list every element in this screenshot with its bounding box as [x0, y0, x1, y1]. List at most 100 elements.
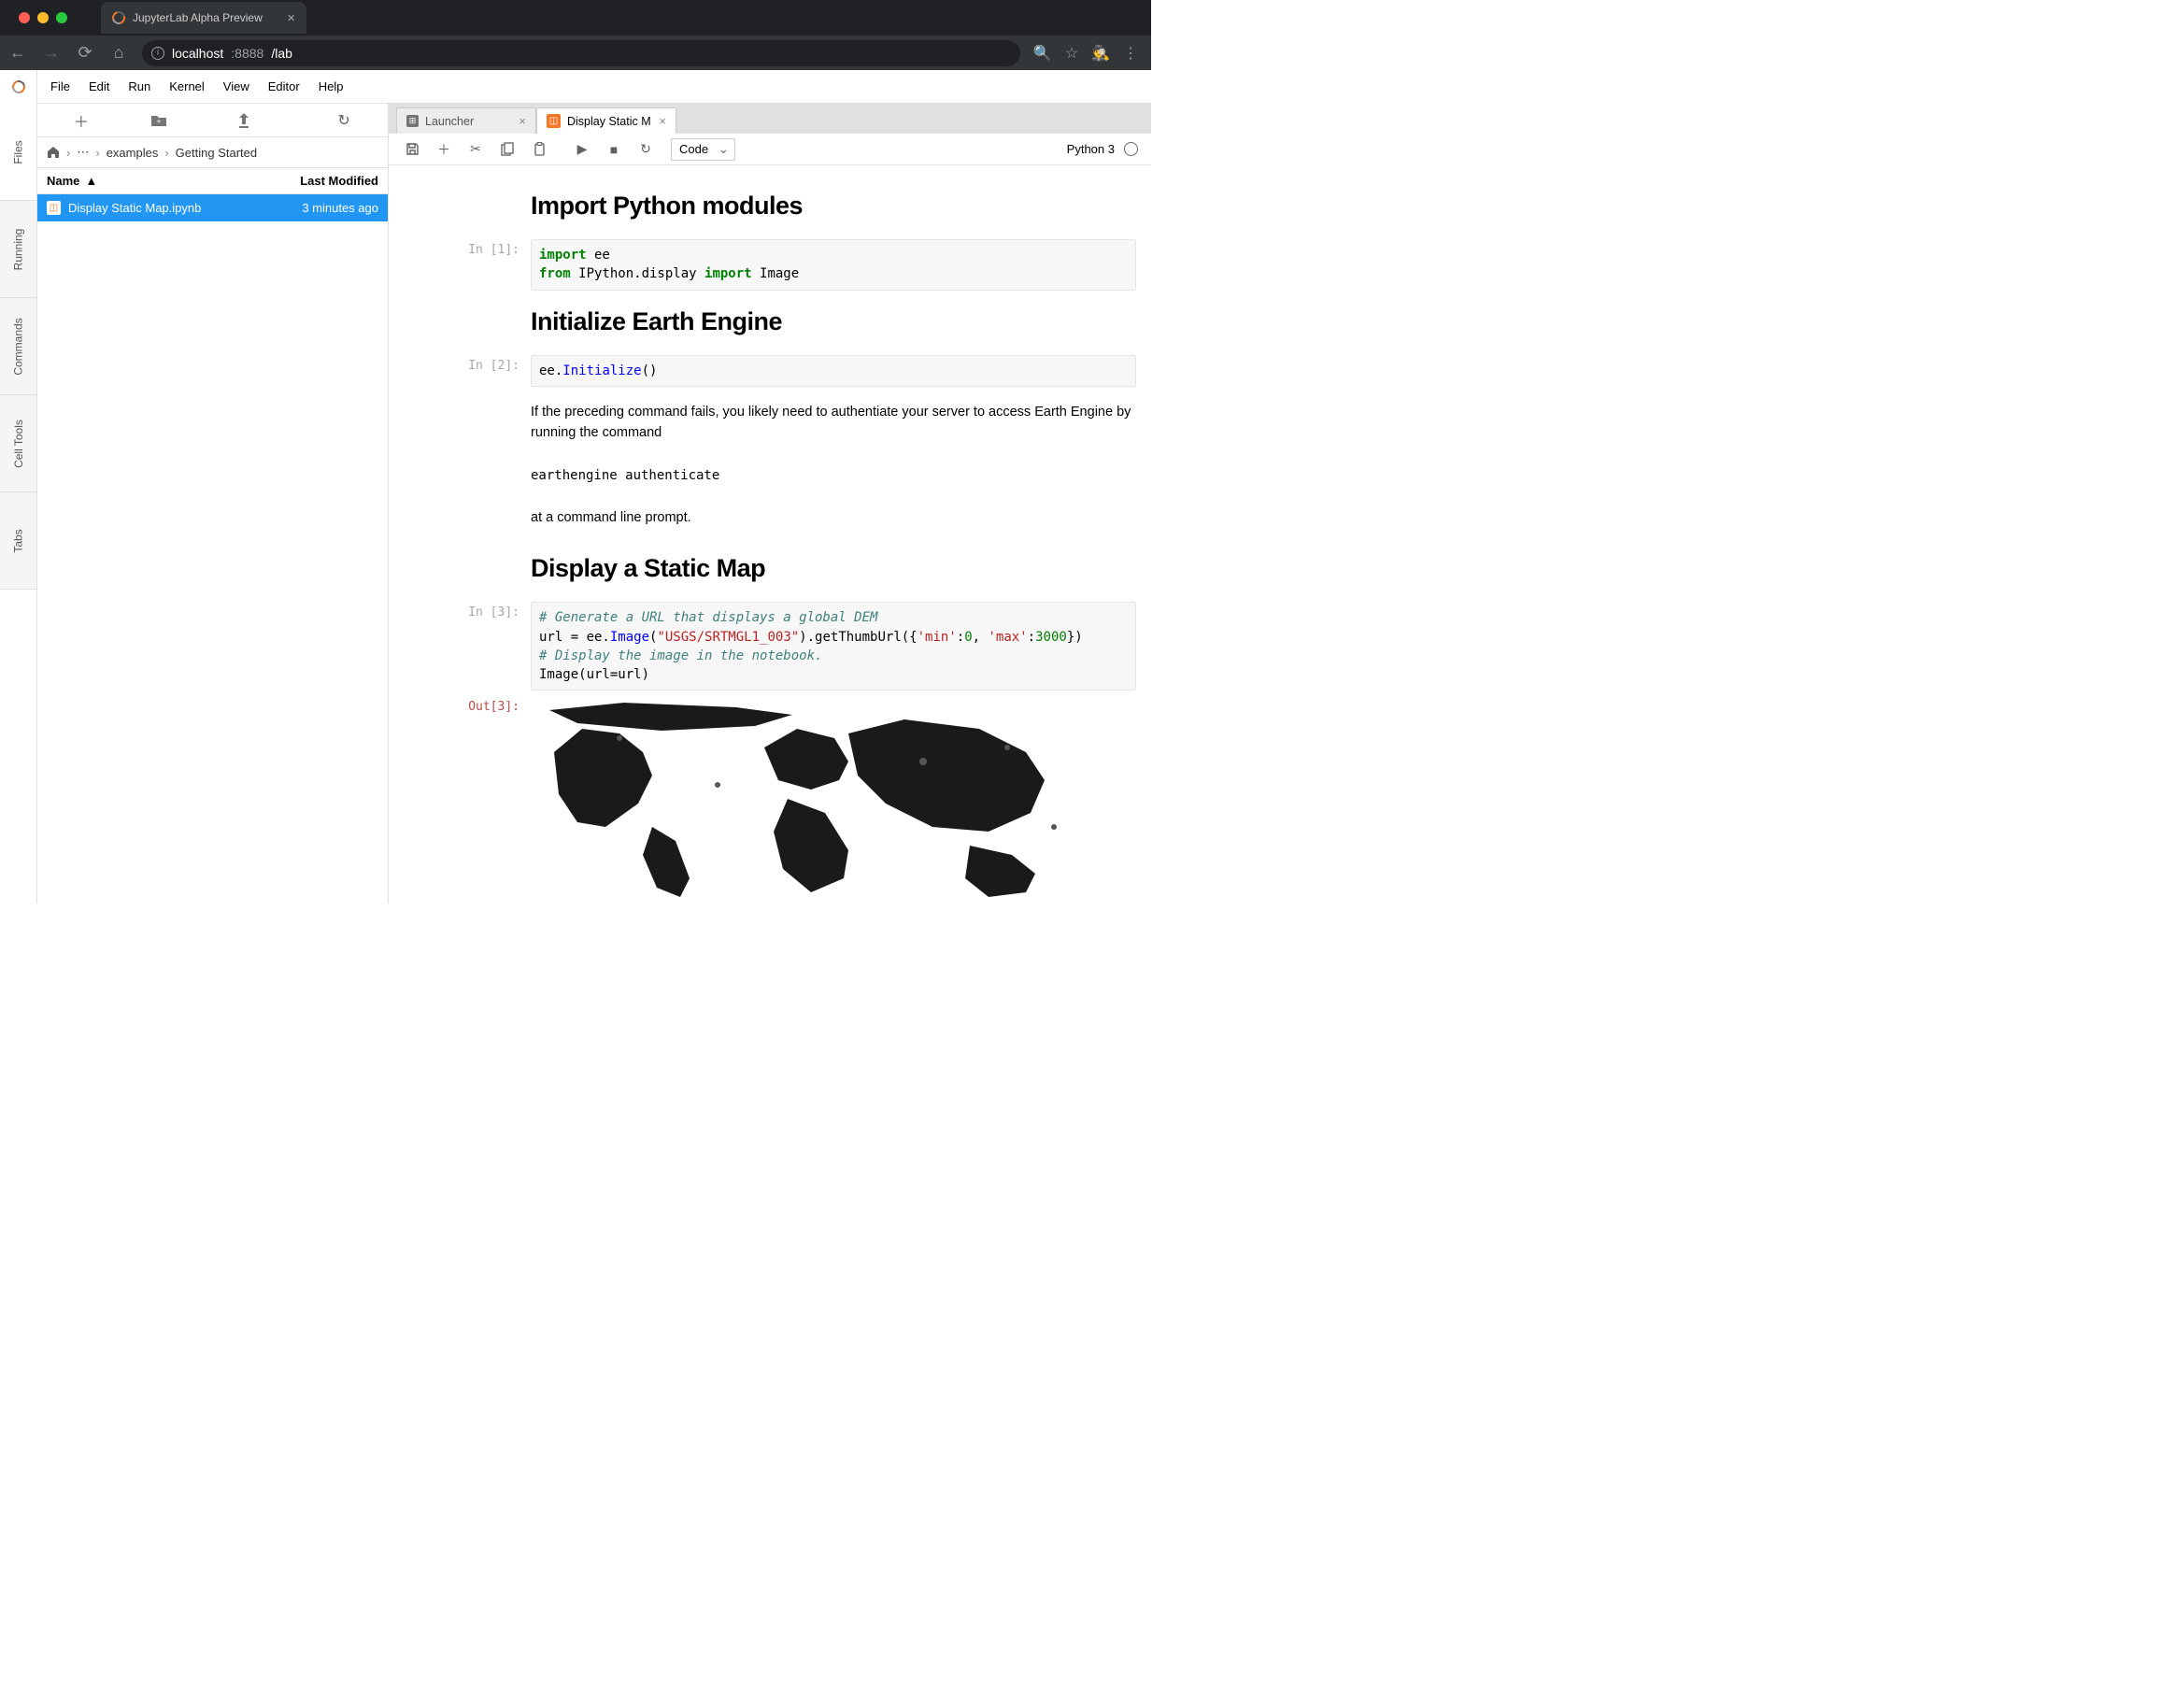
kernel-status-icon[interactable] — [1124, 142, 1138, 156]
cell-body: If the preceding command fails, you like… — [531, 392, 1136, 453]
maximize-window-icon[interactable] — [56, 12, 67, 23]
paragraph: at a command line prompt. — [531, 507, 1136, 528]
main-area: ⊞Launcher×◫Display Static M× ＋ ✂ ▶ ■ ↻ C… — [389, 104, 1151, 904]
bookmark-icon[interactable]: ☆ — [1065, 44, 1078, 63]
code-cell[interactable]: In [1]:import ee from IPython.display im… — [409, 239, 1136, 291]
insert-cell-button[interactable]: ＋ — [430, 135, 458, 164]
cell-body: Import Python modules — [531, 180, 1136, 234]
url-input[interactable]: i localhost:8888/lab — [142, 40, 1020, 66]
rail-label: Commands — [12, 318, 25, 375]
heading: Initialize Earth Engine — [531, 307, 1136, 336]
menu-file[interactable]: File — [41, 70, 79, 104]
rail-tab-files[interactable]: Files — [0, 104, 36, 201]
notebook-toolbar: ＋ ✂ ▶ ■ ↻ Code Python 3 — [389, 134, 1151, 165]
forward-button[interactable]: → — [41, 43, 62, 63]
column-modified[interactable]: Last Modified — [300, 174, 378, 188]
input-prompt — [409, 459, 531, 492]
rail-tab-commands[interactable]: Commands — [0, 298, 36, 395]
input-prompt — [409, 180, 531, 234]
zoom-icon[interactable]: 🔍 — [1033, 44, 1052, 63]
bc-sep: › — [95, 146, 99, 160]
rail-tab-tabs[interactable]: Tabs — [0, 492, 36, 590]
jupyter-logo[interactable] — [0, 70, 37, 104]
browser-chrome: JupyterLab Alpha Preview × ← → ⟳ ⌂ i loc… — [0, 0, 1151, 70]
app-body: Files Running Commands Cell Tools Tabs ＋ + ↻… — [0, 104, 1151, 904]
code-input[interactable]: ee.Initialize() — [531, 355, 1136, 387]
input-prompt — [409, 498, 531, 537]
home-button[interactable]: ⌂ — [108, 43, 129, 63]
kernel-info: Python 3 — [1067, 142, 1142, 156]
rail-tab-cell-tools[interactable]: Cell Tools — [0, 395, 36, 492]
menu-editor[interactable]: Editor — [259, 70, 309, 104]
doc-tab-launcher[interactable]: ⊞Launcher× — [396, 107, 536, 134]
new-folder-button[interactable]: + — [150, 114, 188, 127]
cell-type-select[interactable]: Code — [671, 138, 735, 161]
file-browser-toolbar: ＋ + ↻ — [37, 104, 388, 137]
menu-help[interactable]: Help — [309, 70, 353, 104]
restart-button[interactable]: ↻ — [632, 135, 660, 164]
cut-button[interactable]: ✂ — [462, 135, 490, 164]
cell-body: import ee from IPython.display import Im… — [531, 239, 1136, 291]
breadcrumb-home-icon[interactable] — [47, 146, 60, 159]
doc-tab-display-static-m[interactable]: ◫Display Static M× — [536, 107, 676, 134]
close-tab-icon[interactable]: × — [287, 10, 295, 26]
markdown-cell[interactable]: If the preceding command fails, you like… — [409, 392, 1136, 453]
minimize-window-icon[interactable] — [37, 12, 49, 23]
breadcrumb-part[interactable]: Getting Started — [176, 146, 257, 160]
left-rail: Files Running Commands Cell Tools Tabs — [0, 104, 37, 904]
markdown-cell[interactable]: Import Python modules — [409, 180, 1136, 234]
launcher-icon: ⊞ — [406, 115, 419, 127]
markdown-cell[interactable]: earthengine authenticate — [409, 459, 1136, 492]
markdown-cell[interactable]: Display a Static Map — [409, 543, 1136, 596]
code-cell[interactable]: In [2]:ee.Initialize() — [409, 355, 1136, 387]
file-name: Display Static Map.ipynb — [68, 201, 201, 215]
output-cell[interactable]: Out[3]: — [409, 696, 1136, 902]
breadcrumb-part[interactable]: examples — [107, 146, 159, 160]
input-prompt — [409, 392, 531, 453]
notebook-scroll[interactable]: Import Python modulesIn [1]:import ee fr… — [389, 165, 1151, 904]
paste-button[interactable] — [525, 135, 553, 164]
reload-button[interactable]: ⟳ — [75, 43, 95, 63]
info-icon[interactable]: i — [151, 47, 164, 60]
copy-button[interactable] — [493, 135, 521, 164]
code-input[interactable]: import ee from IPython.display import Im… — [531, 239, 1136, 291]
upload-button[interactable] — [237, 113, 275, 128]
menu-kernel[interactable]: Kernel — [160, 70, 214, 104]
markdown-cell[interactable]: Initialize Earth Engine — [409, 296, 1136, 349]
input-prompt — [409, 543, 531, 596]
file-row[interactable]: ◫Display Static Map.ipynb3 minutes ago — [37, 194, 388, 221]
run-button[interactable]: ▶ — [568, 135, 596, 164]
file-list-header: Name ▲ Last Modified — [37, 168, 388, 194]
close-tab-icon[interactable]: × — [519, 114, 526, 128]
code-cell[interactable]: In [3]:# Generate a URL that displays a … — [409, 602, 1136, 690]
cell-body: Initialize Earth Engine — [531, 296, 1136, 349]
code-input[interactable]: # Generate a URL that displays a global … — [531, 602, 1136, 690]
new-launcher-button[interactable]: ＋ — [63, 109, 100, 132]
input-prompt — [409, 296, 531, 349]
save-button[interactable] — [398, 135, 426, 164]
rail-label: Cell Tools — [12, 420, 25, 468]
browser-tab[interactable]: JupyterLab Alpha Preview × — [101, 2, 306, 34]
browser-menu-icon[interactable]: ⋮ — [1123, 44, 1138, 63]
tab-strip: JupyterLab Alpha Preview × — [0, 0, 1151, 36]
browser-tab-title: JupyterLab Alpha Preview — [133, 11, 263, 24]
rail-tab-running[interactable]: Running — [0, 201, 36, 298]
menu-run[interactable]: Run — [119, 70, 160, 104]
close-window-icon[interactable] — [19, 12, 30, 23]
rail-label: Files — [12, 140, 25, 164]
markdown-cell[interactable]: at a command line prompt. — [409, 498, 1136, 537]
breadcrumb-ellipsis[interactable]: ⋯ — [77, 145, 89, 160]
window-controls — [7, 12, 78, 23]
heading: Display a Static Map — [531, 554, 1136, 583]
stop-button[interactable]: ■ — [600, 135, 628, 164]
sort-arrow-icon[interactable]: ▲ — [85, 174, 97, 188]
refresh-button[interactable]: ↻ — [325, 111, 363, 130]
menu-edit[interactable]: Edit — [79, 70, 119, 104]
menu-view[interactable]: View — [214, 70, 259, 104]
close-tab-icon[interactable]: × — [659, 114, 666, 128]
column-name[interactable]: Name — [47, 174, 79, 188]
url-path: /lab — [271, 46, 292, 61]
back-button[interactable]: ← — [7, 43, 28, 63]
kernel-name[interactable]: Python 3 — [1067, 142, 1115, 156]
file-modified: 3 minutes ago — [302, 201, 378, 215]
